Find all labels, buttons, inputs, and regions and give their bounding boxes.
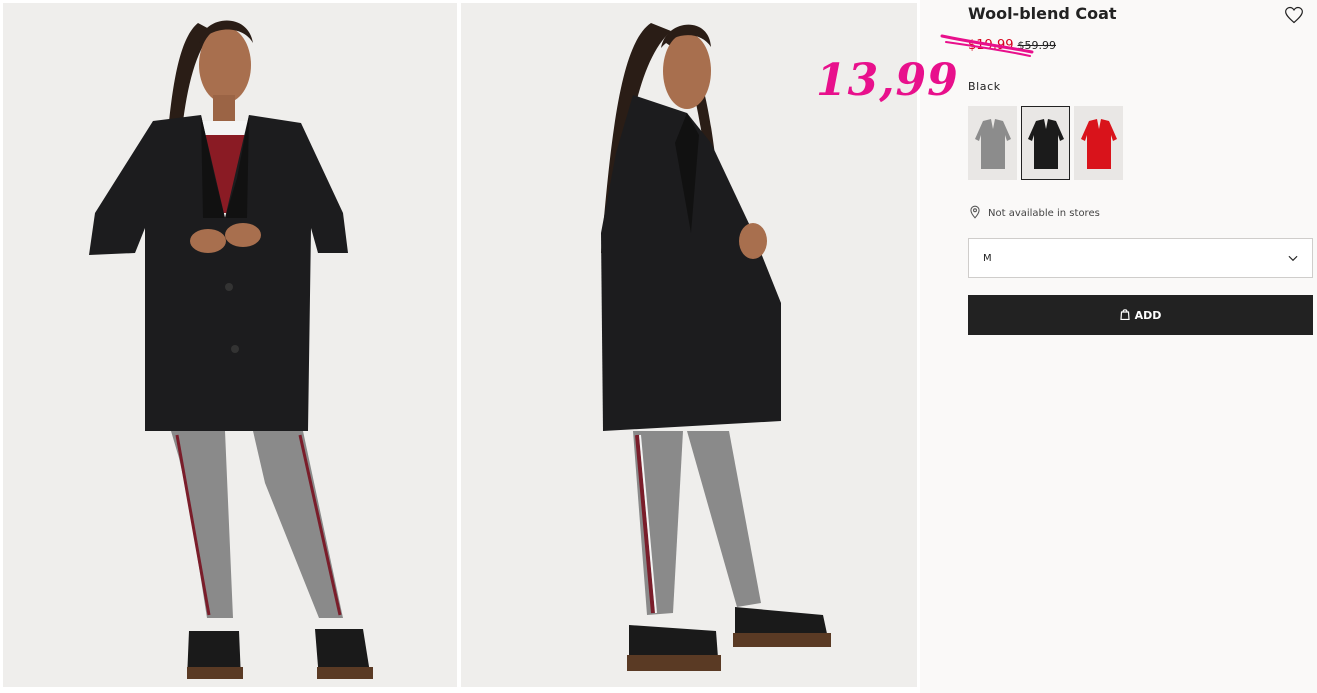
- store-availability: Not available in stores: [968, 205, 1100, 222]
- product-page: Wool-blend Coat $19.99 $59.99 13,99 Blac…: [0, 0, 1317, 693]
- swatch-gray[interactable]: [968, 106, 1017, 180]
- coat-thumbnail-red: [1080, 119, 1117, 169]
- swatch-red[interactable]: [1074, 106, 1123, 180]
- original-price: $59.99: [1017, 39, 1057, 52]
- size-select[interactable]: M: [968, 238, 1313, 278]
- add-to-bag-button[interactable]: ADD: [968, 295, 1313, 335]
- product-image-front[interactable]: [3, 3, 457, 687]
- location-pin-icon: [968, 205, 982, 222]
- coat-thumbnail-gray: [974, 119, 1011, 169]
- price-row: $19.99 $59.99: [968, 38, 1056, 53]
- add-button-label: ADD: [1134, 308, 1162, 322]
- product-title: Wool-blend Coat: [968, 4, 1117, 23]
- coat-thumbnail-black: [1027, 119, 1064, 169]
- selected-size: M: [983, 252, 992, 264]
- product-details-panel: Wool-blend Coat $19.99 $59.99 13,99 Blac…: [816, 0, 1317, 693]
- sale-price: $19.99: [968, 38, 1014, 53]
- color-label: Black: [968, 80, 1001, 93]
- heart-icon[interactable]: [1284, 5, 1304, 25]
- color-swatches: [968, 106, 1123, 180]
- swatch-black[interactable]: [1021, 106, 1070, 180]
- model-front-illustration: [3, 3, 457, 687]
- availability-text: Not available in stores: [988, 208, 1100, 219]
- chevron-down-icon: [1286, 251, 1300, 265]
- shopping-bag-icon: [1119, 308, 1130, 323]
- handwritten-price-annotation: 13,99: [816, 55, 959, 106]
